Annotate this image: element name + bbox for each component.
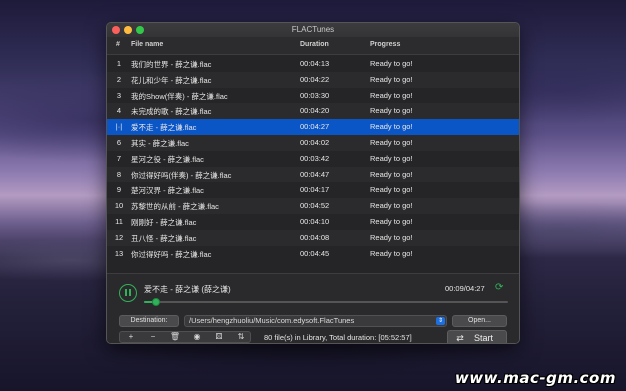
column-header-number[interactable]: # bbox=[116, 41, 120, 48]
row-number: 11 bbox=[115, 216, 123, 226]
column-header-progress[interactable]: Progress bbox=[370, 41, 400, 48]
row-progress: Ready to go! bbox=[370, 106, 413, 116]
row-file-name: 星河之役 - 薛之谦.flac bbox=[131, 154, 204, 164]
row-number: 6 bbox=[116, 137, 122, 147]
table-row[interactable]: |·| 爱不走 - 薛之谦.flac 00:04:27 Ready to go! bbox=[107, 119, 519, 135]
table-row[interactable]: 4 未完成的歌 - 薛之谦.flac 00:04:20 Ready to go! bbox=[107, 103, 519, 120]
table-row[interactable]: 6 其实 - 薛之谦.flac 00:04:02 Ready to go! bbox=[107, 134, 519, 151]
row-duration: 00:04:52 bbox=[300, 201, 330, 211]
sort-icon[interactable]: ⇅ bbox=[230, 332, 252, 342]
table-row[interactable]: 3 我的Show(伴奏) - 薛之谦.flac 00:03:30 Ready to g… bbox=[107, 87, 519, 104]
row-progress: Ready to go! bbox=[370, 153, 413, 163]
column-header-duration[interactable]: Duration bbox=[300, 41, 329, 48]
destination-button[interactable]: Destination: bbox=[119, 315, 179, 327]
row-duration: 00:04:22 bbox=[300, 74, 330, 84]
destination-path-select[interactable]: /Users/hengzhuoliu/Music/com.edysoft.Fla… bbox=[184, 315, 447, 327]
row-duration: 00:04:47 bbox=[300, 169, 330, 179]
player-panel: 爱不走 - 薛之谦 (薛之谦) 00:09/04:27 ⟳ bbox=[107, 273, 519, 311]
table-row[interactable]: 11 刚刚好 - 薛之谦.flac 00:04:10 Ready to go! bbox=[107, 213, 519, 230]
trash-icon[interactable]: 🗑 bbox=[164, 332, 186, 342]
row-duration: 00:03:30 bbox=[300, 90, 330, 100]
info-icon[interactable]: ◉ bbox=[186, 332, 208, 342]
playback-time: 00:09/04:27 bbox=[445, 284, 485, 293]
row-number: 8 bbox=[116, 169, 122, 179]
start-button-label: Start bbox=[474, 333, 494, 343]
repeat-icon[interactable]: ⟳ bbox=[495, 283, 505, 293]
chevron-updown-icon: ⇕ bbox=[436, 317, 445, 325]
row-progress: Ready to go! bbox=[370, 137, 413, 147]
playback-slider[interactable] bbox=[144, 298, 508, 306]
row-file-name: 苏黎世的从前 - 薛之谦.flac bbox=[131, 202, 219, 212]
row-file-name: 我的Show(伴奏) - 薛之谦.flac bbox=[131, 91, 228, 101]
row-progress: Ready to go! bbox=[370, 216, 413, 226]
row-number: 9 bbox=[116, 185, 122, 195]
row-duration: 00:04:08 bbox=[300, 232, 330, 242]
row-number: 3 bbox=[116, 90, 122, 100]
row-progress: Ready to go! bbox=[370, 185, 413, 195]
table-row[interactable]: 8 你过得好吗(伴奏) - 薛之谦.flac 00:04:47 Ready to go… bbox=[107, 166, 519, 183]
watermark: www.mac-gm.com bbox=[454, 369, 616, 387]
row-number: 4 bbox=[116, 106, 122, 116]
row-progress: Ready to go! bbox=[370, 90, 413, 100]
row-progress: Ready to go! bbox=[370, 169, 413, 179]
column-header-file-name[interactable]: File name bbox=[131, 41, 163, 48]
row-duration: 00:03:42 bbox=[300, 153, 330, 163]
row-duration: 00:04:27 bbox=[300, 122, 330, 132]
table-row[interactable]: 12 丑八怪 - 薛之谦.flac 00:04:08 Ready to go! bbox=[107, 229, 519, 246]
row-progress: Ready to go! bbox=[370, 248, 413, 258]
table-row[interactable]: 13 你过得好吗 - 薛之谦.flac 00:04:45 Ready to go! bbox=[107, 245, 519, 262]
row-file-name: 你过得好吗 - 薛之谦.flac bbox=[131, 249, 212, 259]
convert-icon: ⇄ bbox=[456, 333, 464, 343]
row-file-name: 丑八怪 - 薛之谦.flac bbox=[131, 233, 197, 243]
row-duration: 00:04:45 bbox=[300, 248, 330, 258]
destination-path-text: /Users/hengzhuoliu/Music/com.edysoft.Fla… bbox=[189, 316, 355, 325]
shuffle-icon[interactable]: ⚄ bbox=[208, 332, 230, 342]
row-number: 7 bbox=[116, 153, 122, 163]
playing-marker: |·| bbox=[115, 122, 123, 132]
row-progress: Ready to go! bbox=[370, 122, 413, 132]
title-bar: FLACTunes bbox=[107, 23, 519, 37]
row-file-name: 花儿和少年 - 薛之谦.flac bbox=[131, 75, 212, 85]
playback-slider-knob[interactable] bbox=[152, 298, 161, 306]
library-status: 80 file(s) in Library, Total duration: [… bbox=[264, 333, 412, 342]
bottom-panel: Destination: /Users/hengzhuoliu/Music/co… bbox=[107, 311, 519, 343]
row-duration: 00:04:10 bbox=[300, 216, 330, 226]
now-playing-title: 爱不走 - 薛之谦 (薛之谦) bbox=[144, 285, 231, 294]
row-file-name: 爱不走 - 薛之谦.flac bbox=[131, 123, 197, 133]
row-number: 2 bbox=[116, 74, 122, 84]
table-row[interactable]: 2 花儿和少年 - 薛之谦.flac 00:04:22 Ready to go! bbox=[107, 71, 519, 88]
table-row[interactable]: 9 楚河汉界 - 薛之谦.flac 00:04:17 Ready to go! bbox=[107, 182, 519, 199]
start-button[interactable]: ⇄ Start bbox=[447, 330, 507, 343]
open-button[interactable]: Open... bbox=[452, 315, 507, 327]
file-table: 1 我们的世界 - 薛之谦.flac 00:04:13 Ready to go! 2 花儿… bbox=[107, 56, 519, 272]
table-row[interactable]: 1 我们的世界 - 薛之谦.flac 00:04:13 Ready to go! bbox=[107, 56, 519, 72]
row-duration: 00:04:13 bbox=[300, 59, 330, 68]
window-title: FLACTunes bbox=[291, 25, 335, 34]
row-number: 12 bbox=[114, 232, 124, 242]
row-file-name: 楚河汉界 - 薛之谦.flac bbox=[131, 186, 204, 196]
table-row[interactable]: 10 苏黎世的从前 - 薛之谦.flac 00:04:52 Ready to go! bbox=[107, 198, 519, 214]
row-progress: Ready to go! bbox=[370, 232, 413, 242]
row-file-name: 其实 - 薛之谦.flac bbox=[131, 138, 189, 148]
toolbar: + − 🗑 ◉ ⚄ ⇅ bbox=[119, 331, 251, 343]
row-duration: 00:04:17 bbox=[300, 185, 330, 195]
row-duration: 00:04:20 bbox=[300, 106, 330, 116]
row-number: 1 bbox=[116, 59, 122, 68]
row-number: 10 bbox=[114, 201, 124, 211]
row-progress: Ready to go! bbox=[370, 59, 413, 68]
table-header: # File name Duration Progress bbox=[107, 37, 519, 55]
row-file-name: 我们的世界 - 薛之谦.flac bbox=[131, 60, 212, 69]
remove-icon[interactable]: − bbox=[142, 332, 164, 342]
row-file-name: 刚刚好 - 薛之谦.flac bbox=[131, 217, 197, 227]
pause-icon[interactable] bbox=[119, 284, 137, 302]
row-progress: Ready to go! bbox=[370, 201, 413, 211]
row-file-name: 你过得好吗(伴奏) - 薛之谦.flac bbox=[131, 170, 232, 180]
row-file-name: 未完成的歌 - 薛之谦.flac bbox=[131, 107, 212, 117]
app-window: FLACTunes # File name Duration Progress … bbox=[106, 22, 520, 344]
row-progress: Ready to go! bbox=[370, 74, 413, 84]
table-row[interactable]: 7 星河之役 - 薛之谦.flac 00:03:42 Ready to go! bbox=[107, 150, 519, 167]
add-icon[interactable]: + bbox=[120, 332, 142, 342]
row-duration: 00:04:02 bbox=[300, 137, 330, 147]
row-number: 13 bbox=[114, 248, 124, 258]
